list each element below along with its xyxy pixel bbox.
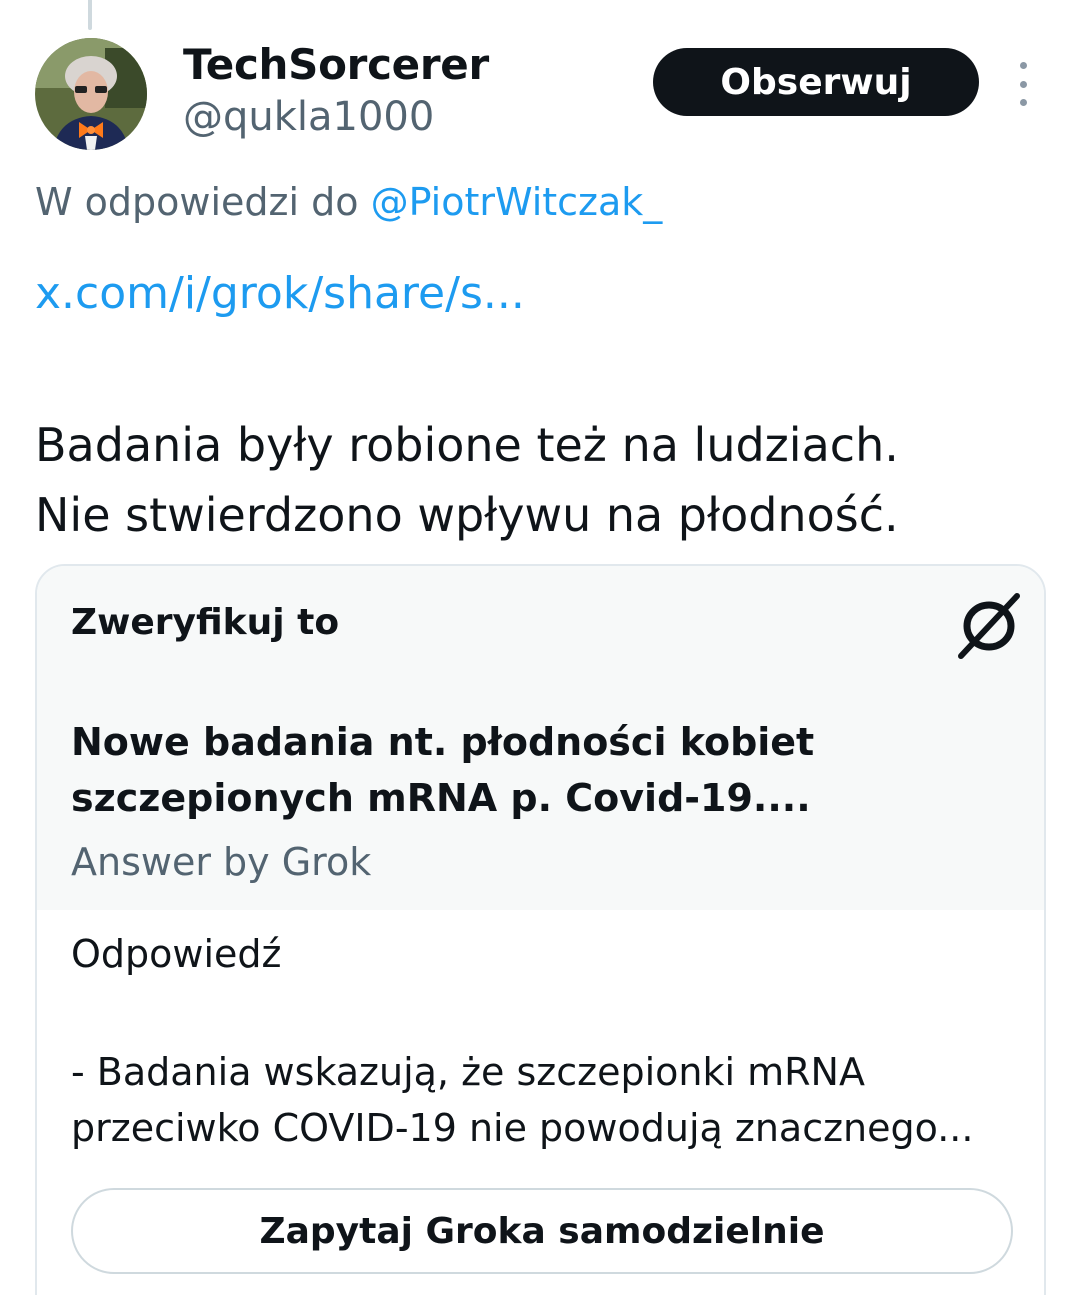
card-title-line: szczepionych mRNA p. Covid-19....: [71, 776, 811, 820]
avatar-image: [35, 38, 147, 150]
reply-context: W odpowiedzi do @PiotrWitczak_: [35, 180, 662, 224]
tweet-header: TechSorcerer @qukla1000 Obserwuj: [35, 38, 1045, 150]
avatar[interactable]: [35, 38, 147, 150]
verify-label: Zweryfikuj to: [71, 602, 340, 643]
more-options-icon[interactable]: [1011, 62, 1035, 106]
tweet-text-line: Badania były robione też na ludziach.: [35, 418, 899, 472]
thread-connector-line: [88, 0, 92, 30]
grok-logo-icon: [958, 593, 1020, 659]
answer-by-label: Answer by Grok: [71, 840, 372, 884]
card-title-line: Nowe badania nt. płodności kobiet: [71, 720, 815, 764]
answer-line: przeciwko COVID-19 nie powodują znaczneg…: [71, 1106, 974, 1150]
answer-preview: - Badania wskazują, że szczepionki mRNA …: [71, 1044, 1021, 1156]
answer-heading: Odpowiedź: [71, 932, 282, 976]
tweet-page: TechSorcerer @qukla1000 Obserwuj W odpow…: [0, 0, 1080, 1295]
ask-grok-button[interactable]: Zapytaj Groka samodzielnie: [71, 1188, 1013, 1274]
grok-share-link[interactable]: x.com/i/grok/share/s...: [35, 268, 525, 319]
reply-mention-link[interactable]: @PiotrWitczak_: [371, 180, 663, 224]
tweet-text-line: Nie stwierdzono wpływu na płodność.: [35, 488, 899, 542]
user-display-name[interactable]: TechSorcerer: [183, 40, 489, 89]
answer-line: - Badania wskazują, że szczepionki mRNA: [71, 1050, 865, 1094]
grok-card-header: Zweryfikuj to Nowe badania nt. płodności…: [37, 566, 1044, 910]
user-handle[interactable]: @qukla1000: [183, 94, 434, 140]
grok-answer-card[interactable]: Zweryfikuj to Nowe badania nt. płodności…: [35, 564, 1046, 1295]
follow-button[interactable]: Obserwuj: [653, 48, 979, 116]
tweet-body: Badania były robione też na ludziach. Ni…: [35, 410, 1045, 550]
grok-card-title[interactable]: Nowe badania nt. płodności kobiet szczep…: [71, 714, 951, 826]
reply-prefix: W odpowiedzi do: [35, 180, 371, 224]
